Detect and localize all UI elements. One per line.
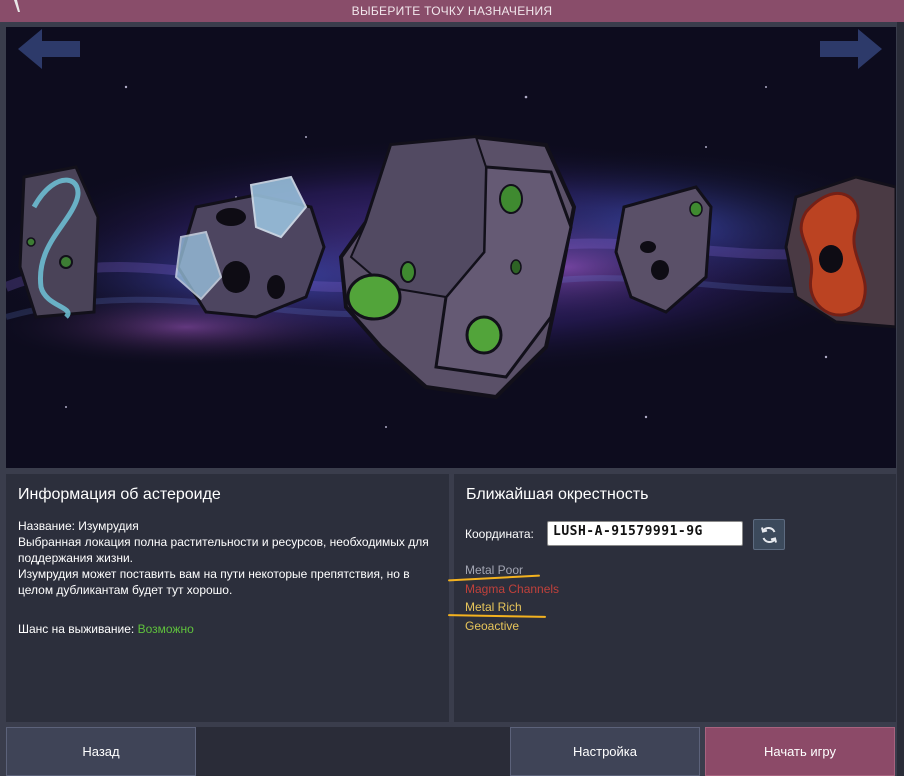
button-bar-spacer [196,727,510,776]
highlight-underline [447,614,547,618]
asteroid-name: Название: Изумрудия [18,519,139,533]
asteroid-info-heading: Информация об астероиде [18,486,221,503]
coordinate-input[interactable]: LUSH-A-91579991-9G [547,521,743,546]
corner-decoration-icon [14,0,20,12]
vicinity-heading: Ближайшая окрестность [466,486,649,503]
asteroid-description: Название: Изумрудия Выбранная локация по… [18,518,436,598]
survival-chance: Шанс на выживание: Возможно [18,622,194,636]
water-asteroid [18,165,100,319]
arrow-right-icon[interactable] [818,27,884,71]
arrow-left-icon[interactable] [16,27,82,71]
settings-button[interactable]: Настройка [510,727,700,776]
window-title-bar: ВЫБЕРИТЕ ТОЧКУ НАЗНАЧЕНИЯ [0,0,904,23]
refresh-coordinate-button[interactable] [753,519,785,550]
coordinate-label: Координата: [465,527,534,541]
survival-value: Возможно [137,622,194,636]
asteroid-description-1: Выбранная локация полна растительности и… [18,535,429,565]
asteroid-description-2: Изумрудия может поставить вам на пути не… [18,567,410,597]
refresh-icon [761,526,777,544]
frame-edge [897,22,904,776]
back-button[interactable]: Назад [6,727,196,776]
trait-magma-channels: Magma Channels [465,582,560,596]
asteroid-scene [6,27,896,468]
asteroid-info-panel: Информация об астероиде Название: Изумру… [6,474,449,722]
window-title: ВЫБЕРИТЕ ТОЧКУ НАЗНАЧЕНИЯ [351,4,553,18]
start-game-button[interactable]: Начать игру [705,727,895,776]
vicinity-panel: Ближайшая окрестность Координата: LUSH-A… [447,474,896,722]
asteroid-preview [6,27,896,468]
trait-metal-rich: Metal Rich [465,600,522,614]
trait-geoactive: Geoactive [465,619,520,633]
survival-label: Шанс на выживание: [18,622,135,636]
